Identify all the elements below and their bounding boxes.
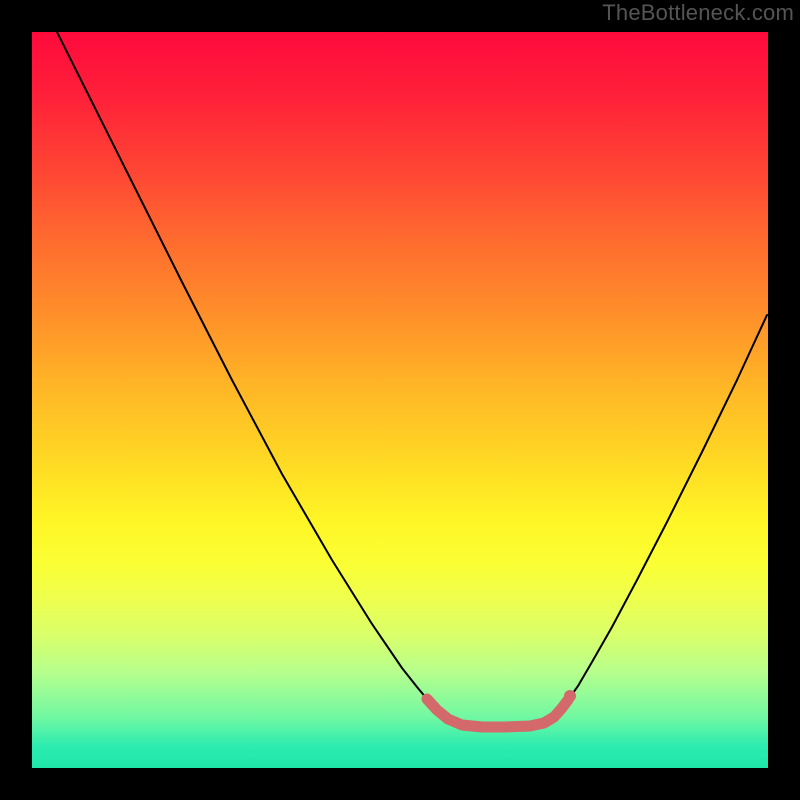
watermark-text: TheBottleneck.com bbox=[602, 0, 794, 26]
highlight-end-dot bbox=[564, 690, 576, 702]
chart-svg bbox=[32, 32, 768, 768]
plot-area bbox=[32, 32, 768, 768]
chart-frame: TheBottleneck.com bbox=[0, 0, 800, 800]
bottom-highlight bbox=[427, 699, 568, 727]
bottleneck-curve bbox=[57, 32, 767, 727]
